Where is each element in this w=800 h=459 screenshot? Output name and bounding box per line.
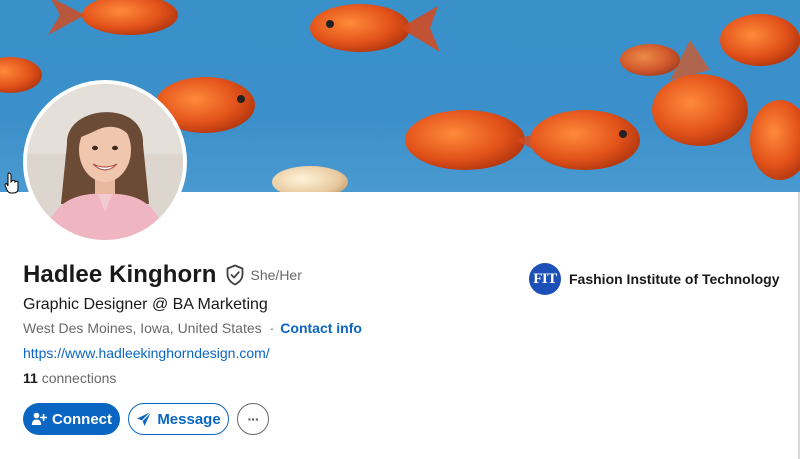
connect-button[interactable]: Connect (23, 403, 120, 435)
more-actions-button[interactable]: ··· (237, 403, 269, 435)
message-label: Message (157, 410, 221, 428)
profile-name: Hadlee Kinghorn (23, 261, 217, 288)
paper-plane-icon (137, 411, 152, 426)
profile-location: West Des Moines, Iowa, United States (23, 320, 262, 336)
connections-count[interactable]: 11 connections (23, 370, 116, 386)
separator-dot: · (269, 320, 275, 336)
name-row: Hadlee Kinghorn She/Her (23, 261, 302, 289)
website-link[interactable]: https://www.hadleekinghorndesign.com/ (23, 345, 270, 361)
person-plus-icon (31, 412, 47, 425)
message-button[interactable]: Message (128, 403, 229, 435)
profile-headline: Graphic Designer @ BA Marketing (23, 296, 268, 313)
connections-label: connections (41, 370, 117, 386)
ellipsis-icon: ··· (247, 411, 260, 427)
profile-avatar[interactable] (23, 80, 187, 244)
school-logo: FIT (529, 263, 561, 295)
pronouns: She/Her (250, 267, 302, 283)
avatar-photo (27, 84, 183, 240)
connect-label: Connect (52, 410, 112, 428)
school-name: Fashion Institute of Technology (569, 271, 780, 287)
hand-pointer-icon (4, 172, 19, 194)
connections-number: 11 (23, 370, 38, 386)
contact-info-link[interactable]: Contact info (280, 320, 362, 336)
shield-check-icon[interactable] (225, 264, 245, 286)
education-entry[interactable]: FIT Fashion Institute of Technology (529, 263, 780, 295)
location-row: West Des Moines, Iowa, United States · C… (23, 320, 362, 336)
